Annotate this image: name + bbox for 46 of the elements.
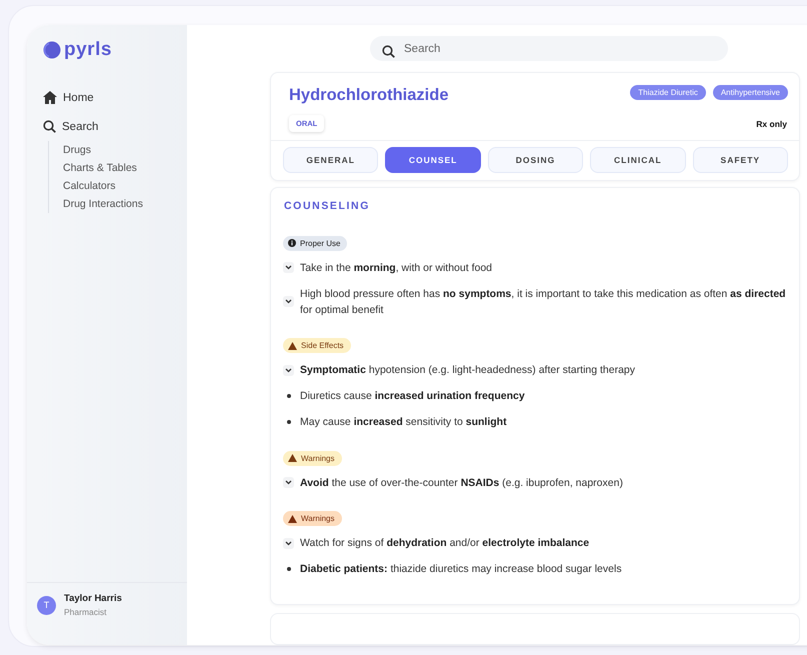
counsel-text: Diuretics cause increased urination frequency (300, 389, 525, 404)
chevron-down-icon[interactable] (285, 480, 292, 485)
warning-icon (288, 514, 297, 522)
chevron-down-icon[interactable] (285, 265, 292, 270)
section-tab[interactable]: SAFETY (692, 147, 788, 173)
category-badge: Warnings (283, 450, 342, 466)
category-badge: Warnings (283, 511, 342, 526)
section-tab[interactable]: DOSING (488, 147, 584, 173)
drug-title: Hydrochlorothiazide (289, 86, 449, 105)
section-tab[interactable]: COUNSEL (385, 147, 481, 173)
category-badge: Side Effects (283, 338, 351, 353)
search-icon (382, 45, 395, 58)
prescription-status: Rx only (756, 118, 787, 128)
counsel-text: Take in the morning, with or without food (300, 260, 492, 276)
user-avatar: T (37, 596, 56, 614)
counsel-text: Symptomatic hypotension (e.g. light-headedness) after starting therapy (300, 363, 636, 378)
info-icon (288, 239, 296, 247)
counsel-text: Diabetic patients: thiazide diuretics may increase blood sugar levels (300, 562, 622, 577)
chevron-down-icon[interactable] (285, 368, 292, 372)
nav-subitem[interactable]: Drug Interactions (48, 195, 143, 213)
search-field[interactable]: Search (370, 36, 728, 61)
section-heading: COUNSELING (284, 200, 372, 212)
user-role: Pharmacist (64, 607, 108, 617)
warning-icon (288, 342, 297, 350)
nav-item[interactable]: Search (43, 112, 187, 141)
user-name: Taylor Harris (64, 593, 122, 604)
counsel-text: High blood pressure often has no symptoms, it is important to take this medication as often as directed for optimal benefit (300, 286, 786, 318)
chevron-down-icon[interactable] (285, 299, 292, 304)
chevron-down-icon[interactable] (285, 540, 292, 546)
counsel-text: Avoid the use of over-the-counter NSAIDs (e.g. ibuprofen, naproxen) (300, 476, 623, 490)
logo-icon (43, 41, 61, 59)
search-icon (43, 120, 56, 133)
section-tab[interactable]: CLINICAL (590, 147, 686, 173)
logo-text: pyrls (64, 39, 112, 61)
class-tag: Thiazide Diuretic (630, 85, 706, 100)
class-tag: Antihypertensive (712, 85, 788, 100)
counsel-text: Watch for signs of dehydration and/or electrolyte imbalance (300, 536, 590, 551)
warning-icon (288, 454, 297, 462)
nav-subitem[interactable]: Charts & Tables (48, 159, 137, 177)
nav-item[interactable]: Home (43, 83, 187, 112)
home-icon (43, 91, 57, 104)
category-badge: Proper Use (283, 236, 348, 250)
section-tab[interactable]: GENERAL (283, 147, 378, 173)
nav-subitem[interactable]: Drugs (48, 141, 92, 159)
counsel-text: May cause increased sensitivity to sunlight (300, 415, 507, 430)
nav-subitem[interactable]: Calculators (48, 177, 116, 195)
